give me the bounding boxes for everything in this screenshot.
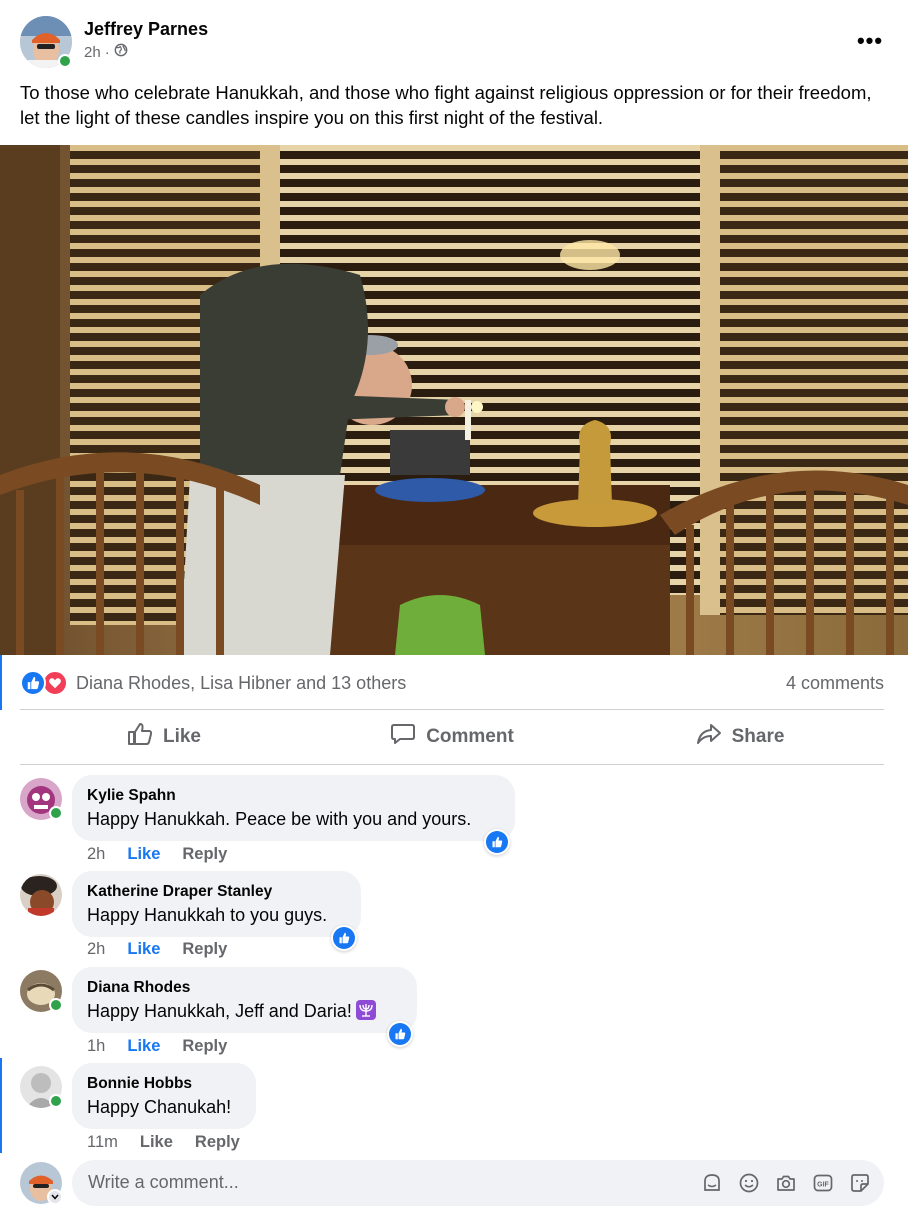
comment-text-row: Happy Hanukkah, Jeff and Daria! bbox=[87, 999, 401, 1023]
comment-reply-link[interactable]: Reply bbox=[182, 940, 227, 959]
thumbs-up-icon bbox=[486, 831, 508, 853]
like-label: Like bbox=[162, 726, 202, 747]
post-meta: 2h · bbox=[84, 43, 128, 61]
comment-like-link[interactable]: Like bbox=[127, 1037, 160, 1056]
commenter-avatar[interactable] bbox=[20, 874, 62, 916]
comments-count[interactable]: 4 comments bbox=[786, 673, 884, 694]
composer-tools: GIF bbox=[700, 1171, 872, 1195]
comment-reply-link[interactable]: Reply bbox=[195, 1133, 240, 1152]
divider-bottom bbox=[20, 764, 884, 765]
comment-like-badge[interactable] bbox=[387, 1021, 413, 1047]
globe-icon bbox=[114, 43, 128, 61]
sticker-icon[interactable] bbox=[848, 1171, 872, 1195]
like-button[interactable]: Like bbox=[20, 712, 308, 762]
online-indicator bbox=[49, 806, 63, 820]
online-indicator bbox=[58, 54, 72, 68]
comment-item: Bonnie Hobbs Happy Chanukah! 11m Like Re… bbox=[20, 1063, 888, 1153]
share-label: Share bbox=[731, 726, 785, 747]
comment-bubble: Katherine Draper Stanley Happy Hanukkah … bbox=[72, 871, 361, 937]
reactions-summary[interactable]: Diana Rhodes, Lisa Hibner and 13 others … bbox=[20, 666, 884, 700]
comment-meta: 11m Like Reply bbox=[87, 1133, 240, 1152]
post-header: Jeffrey Parnes 2h · ••• bbox=[20, 16, 888, 68]
comment-item: Katherine Draper Stanley Happy Hanukkah … bbox=[20, 871, 888, 961]
share-arrow-icon bbox=[696, 722, 722, 752]
divider-top bbox=[20, 709, 884, 710]
comment-meta: 2h Like Reply bbox=[87, 940, 227, 959]
reactions-names[interactable]: Diana Rhodes, Lisa Hibner and 13 others bbox=[76, 673, 406, 694]
comment-meta: 1h Like Reply bbox=[87, 1037, 227, 1056]
gif-icon[interactable]: GIF bbox=[811, 1171, 835, 1195]
avatar-sticker-icon[interactable] bbox=[700, 1171, 724, 1195]
comment-time[interactable]: 1h bbox=[87, 1037, 105, 1056]
comment-text: Happy Chanukah! bbox=[87, 1097, 232, 1117]
thumbs-up-icon bbox=[333, 927, 355, 949]
thumbs-up-icon bbox=[389, 1023, 411, 1045]
comment-meta: 2h Like Reply bbox=[87, 845, 227, 864]
thumbs-up-icon bbox=[127, 722, 153, 752]
comment-bubble: Bonnie Hobbs Happy Chanukah! bbox=[72, 1063, 256, 1129]
left-rail bbox=[0, 1058, 2, 1153]
comment-label: Comment bbox=[426, 726, 514, 747]
meta-separator: · bbox=[104, 43, 110, 61]
comment-reply-link[interactable]: Reply bbox=[182, 1037, 227, 1056]
comment-button[interactable]: Comment bbox=[308, 712, 596, 762]
comment-bubble-icon bbox=[390, 722, 416, 752]
comment-bubble: Diana Rhodes Happy Hanukkah, Jeff and Da… bbox=[72, 967, 417, 1033]
commenter-name[interactable]: Kylie Spahn bbox=[87, 785, 499, 807]
comment-item: Diana Rhodes Happy Hanukkah, Jeff and Da… bbox=[20, 967, 888, 1057]
comment-item: Kylie Spahn Happy Hanukkah. Peace be wit… bbox=[20, 775, 888, 865]
menorah-emoji-icon bbox=[355, 1000, 376, 1020]
author-name[interactable]: Jeffrey Parnes bbox=[84, 19, 208, 40]
post-photo[interactable] bbox=[0, 145, 908, 655]
chevron-down-icon[interactable] bbox=[47, 1189, 63, 1205]
comment-like-link[interactable]: Like bbox=[140, 1133, 173, 1152]
post-text: To those who celebrate Hanukkah, and tho… bbox=[20, 82, 872, 128]
comment-like-link[interactable]: Like bbox=[127, 845, 160, 864]
comment-time[interactable]: 11m bbox=[87, 1133, 118, 1152]
comment-like-link[interactable]: Like bbox=[127, 940, 160, 959]
post-time[interactable]: 2h bbox=[84, 44, 101, 61]
comment-bubble: Kylie Spahn Happy Hanukkah. Peace be wit… bbox=[72, 775, 515, 841]
facebook-post: Jeffrey Parnes 2h · ••• To those who cel… bbox=[0, 0, 908, 1220]
comment-time[interactable]: 2h bbox=[87, 940, 105, 959]
camera-icon[interactable] bbox=[774, 1171, 798, 1195]
comment-text: Happy Hanukkah to you guys. bbox=[87, 905, 328, 925]
reaction-icons bbox=[20, 670, 72, 696]
post-actions: Like Comment Share bbox=[20, 712, 884, 762]
online-indicator bbox=[49, 1094, 63, 1108]
comment-like-badge[interactable] bbox=[331, 925, 357, 951]
comment-composer: Write a comment... GIF bbox=[20, 1160, 888, 1208]
comment-text: Happy Hanukkah, Jeff and Daria! bbox=[87, 1001, 352, 1021]
like-reaction-icon bbox=[20, 670, 46, 696]
comment-like-badge[interactable] bbox=[484, 829, 510, 855]
commenter-name[interactable]: Diana Rhodes bbox=[87, 977, 401, 999]
online-indicator bbox=[49, 998, 63, 1012]
comment-reply-link[interactable]: Reply bbox=[182, 845, 227, 864]
comment-text: Happy Hanukkah. Peace be with you and yo… bbox=[87, 809, 472, 829]
left-rail bbox=[0, 655, 2, 710]
share-button[interactable]: Share bbox=[596, 712, 884, 762]
comment-time[interactable]: 2h bbox=[87, 845, 105, 864]
svg-text:GIF: GIF bbox=[817, 1182, 829, 1189]
emoji-icon[interactable] bbox=[737, 1171, 761, 1195]
more-options-icon[interactable]: ••• bbox=[852, 26, 888, 56]
commenter-name[interactable]: Bonnie Hobbs bbox=[87, 1073, 240, 1095]
commenter-name[interactable]: Katherine Draper Stanley bbox=[87, 881, 345, 903]
